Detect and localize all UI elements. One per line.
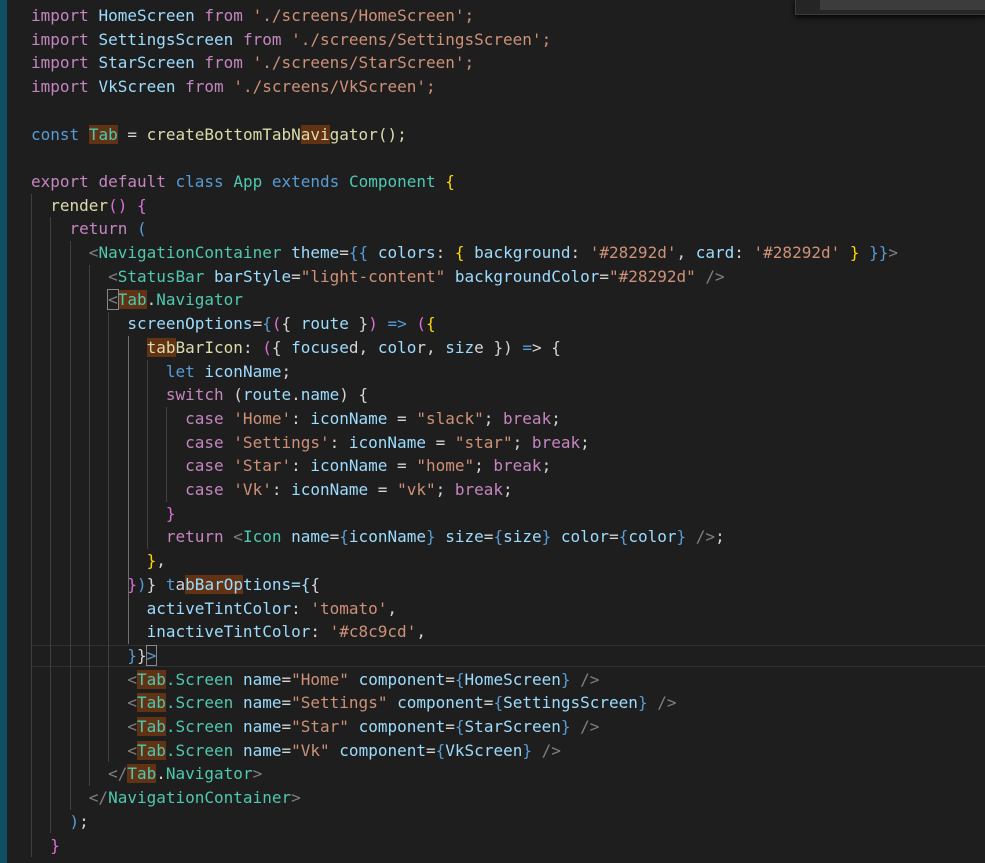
code-line[interactable]: return <Icon name={iconName} size={size}… — [31, 525, 725, 549]
code-line[interactable]: <Tab.Screen name="Vk" component={VkScree… — [31, 739, 561, 763]
code-editor[interactable]: import HomeScreen from './screens/HomeSc… — [0, 0, 985, 863]
code-line[interactable]: case 'Home': iconName = "slack"; break; — [31, 407, 561, 431]
code-line[interactable]: import VkScreen from './screens/VkScreen… — [31, 75, 436, 99]
code-line[interactable]: </NavigationContainer> — [31, 786, 301, 810]
code-line[interactable]: case 'Settings': iconName = "star"; brea… — [31, 431, 590, 455]
code-line[interactable]: case 'Star': iconName = "home"; break; — [31, 454, 551, 478]
code-line[interactable]: }, — [31, 549, 166, 573]
code-line[interactable]: return ( — [31, 217, 147, 241]
code-line[interactable]: } — [31, 502, 176, 526]
find-input[interactable] — [820, 0, 985, 10]
code-line[interactable]: switch (route.name) { — [31, 383, 368, 407]
code-line[interactable]: <Tab.Screen name="Star" component={StarS… — [31, 715, 599, 739]
code-line[interactable]: } — [31, 834, 60, 858]
code-line[interactable]: </Tab.Navigator> — [31, 762, 262, 786]
code-line[interactable]: })} tabBarOptions={{ — [31, 573, 320, 597]
code-line[interactable]: <Tab.Screen name="Settings" component={S… — [31, 691, 676, 715]
code-line[interactable]: ); — [31, 810, 89, 834]
code-line[interactable]: <StatusBar barStyle="light-content" back… — [31, 265, 725, 289]
code-line[interactable]: <Tab.Navigator — [31, 288, 243, 312]
code-line[interactable]: }}> — [31, 644, 158, 668]
code-line[interactable]: case 'Vk': iconName = "vk"; break; — [31, 478, 513, 502]
code-line[interactable]: activeTintColor: 'tomato', — [31, 597, 397, 621]
code-line[interactable]: let iconName; — [31, 360, 291, 384]
find-widget[interactable] — [795, 0, 985, 15]
code-line[interactable]: import HomeScreen from './screens/HomeSc… — [31, 4, 474, 28]
code-line[interactable]: inactiveTintColor: '#c8c9cd', — [31, 620, 426, 644]
code-line[interactable]: screenOptions={({ route }) => ({ — [31, 312, 435, 336]
gutter-change-indicator — [0, 0, 7, 863]
code-line[interactable]: import SettingsScreen from './screens/Se… — [31, 28, 551, 52]
code-line[interactable]: tabBarIcon: ({ focused, color, size }) =… — [31, 336, 561, 360]
code-line[interactable]: import StarScreen from './screens/StarSc… — [31, 51, 474, 75]
code-line[interactable]: const Tab = createBottomTabNavigator(); — [31, 123, 407, 147]
code-line[interactable]: <Tab.Screen name="Home" component={HomeS… — [31, 668, 599, 692]
code-line[interactable]: <NavigationContainer theme={{ colors: { … — [31, 241, 898, 265]
code-line[interactable]: export default class App extends Compone… — [31, 170, 455, 194]
current-line-highlight — [32, 645, 985, 667]
code-line[interactable]: render() { — [31, 194, 146, 218]
